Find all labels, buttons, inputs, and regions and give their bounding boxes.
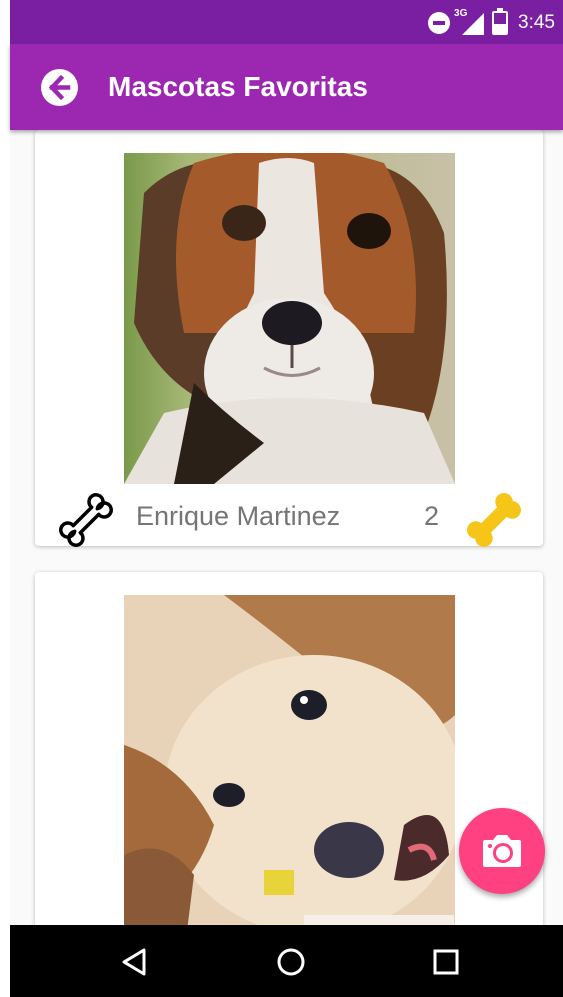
nav-home-button[interactable] [250,925,330,997]
signal-icon: 3G [454,8,485,35]
beagle-puppy-photo[interactable] [124,153,455,484]
status-bar: 3G 3:45 [10,0,563,44]
like-count: 2 [424,501,440,531]
nav-back-button[interactable] [94,925,174,997]
app-screen: 3G 3:45 Mascotas Favoritas Enrique Marti… [0,0,563,997]
status-icons: 3G 3:45 [428,8,555,38]
back-triangle-icon [122,948,146,976]
home-circle-icon [277,948,305,976]
pet-owner-name: Enrique Martinez [136,501,341,531]
puppy-photo[interactable] [124,595,455,925]
camera-icon [483,835,521,867]
do-not-disturb-icon [428,12,451,34]
pet-card[interactable]: Enrique Martinez 2 [35,130,543,547]
status-time: 3:45 [518,12,555,33]
bone-filled-icon[interactable] [465,491,523,549]
pet-list[interactable]: Enrique Martinez 2 [10,130,563,925]
camera-fab-button[interactable] [459,808,545,894]
nav-recents-button[interactable] [405,925,485,997]
app-bar: Mascotas Favoritas [10,44,563,130]
bone-outline-icon[interactable] [57,491,115,549]
page-title: Mascotas Favoritas [108,71,368,102]
navigation-bar [10,925,563,997]
card-footer: Enrique Martinez 2 [35,485,543,547]
arrow-left-circle-icon [48,74,71,101]
recents-square-icon [433,949,459,975]
battery-icon [492,8,509,35]
back-button[interactable] [41,69,78,106]
